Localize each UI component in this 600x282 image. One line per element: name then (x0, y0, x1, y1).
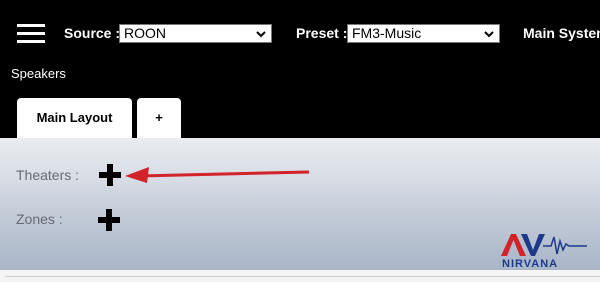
chevron-down-icon (256, 31, 266, 38)
source-select[interactable]: ROON (119, 24, 272, 43)
top-bar: Source : ROON Preset : FM3-Music Main Sy… (0, 0, 600, 66)
add-tab-button[interactable]: + (137, 98, 181, 138)
breadcrumb: Speakers (11, 66, 66, 81)
chevron-down-icon (484, 31, 494, 38)
zones-label: Zones : (16, 211, 63, 227)
preset-value: FM3-Music (352, 25, 422, 41)
source-value: ROON (124, 25, 166, 41)
add-zone-icon[interactable] (98, 209, 120, 231)
source-label: Source : (64, 25, 121, 41)
theaters-label: Theaters : (16, 167, 80, 183)
preset-label: Preset : (296, 25, 348, 41)
annotation-arrow (125, 167, 310, 183)
menu-icon[interactable] (17, 24, 45, 44)
add-theater-icon[interactable] (99, 164, 121, 186)
tab-main-layout[interactable]: Main Layout (17, 98, 132, 138)
app-window: Source : ROON Preset : FM3-Music Main Sy… (0, 0, 600, 282)
preset-select[interactable]: FM3-Music (347, 24, 500, 43)
bottom-bar (0, 270, 600, 282)
av-nirvana-wordmark: NIRVANA (502, 258, 559, 270)
zone-name[interactable]: Main System (523, 25, 600, 41)
